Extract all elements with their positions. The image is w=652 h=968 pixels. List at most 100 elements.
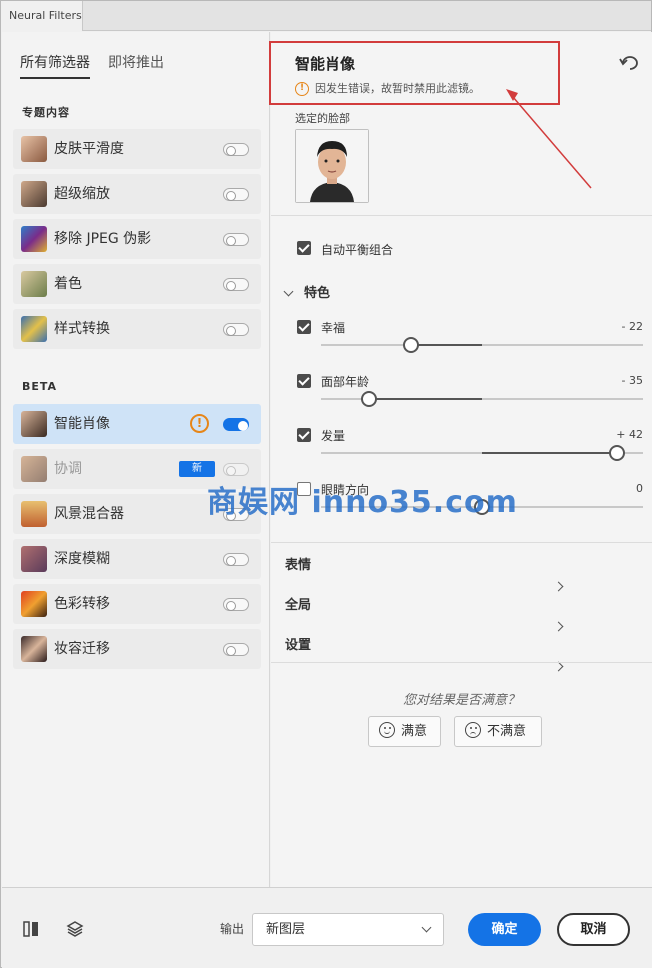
jpeg-artifacts-thumbnail [21,226,47,252]
compare-view-icon[interactable] [21,919,41,939]
filter-label: 样式转换 [54,321,110,337]
filter-label: 妆容迁移 [54,641,110,657]
filter-label: 深度模糊 [54,551,110,567]
section-featured-header[interactable]: 特色 [283,282,331,301]
satisfied-label: 满意 [401,724,428,739]
filter-item-super-zoom[interactable]: 超级缩放 [13,174,261,214]
slider-fill [369,398,482,400]
hair-thickness-checkbox[interactable] [297,428,311,442]
hair-thickness-label: 发量 [321,429,346,443]
divider [271,215,652,216]
layers-icon[interactable] [65,919,85,939]
filter-item-style-transfer[interactable]: 样式转换 [13,309,261,349]
landscape-mixer-thumbnail [21,501,47,527]
facial-age-checkbox[interactable] [297,374,311,388]
chevron-right-icon [553,661,564,672]
chevron-right-icon [553,581,564,592]
tab-bar: Neural Filters [1,1,651,31]
filter-label: 色彩转移 [54,596,110,612]
section-expression-label: 表情 [285,558,312,573]
hair-thickness-value: + 42 [616,428,643,441]
filter-item-color-transfer[interactable]: 色彩转移 [13,584,261,624]
filter-list-panel: 所有筛选器 即将推出 专题内容 皮肤平滑度 超级缩放 移除 JPEG 伪影 着色… [2,32,270,887]
chevron-down-icon [283,286,294,297]
beta-section-label: BETA [22,380,58,393]
filter-item-colorize[interactable]: 着色 [13,264,261,304]
filter-toggle[interactable] [223,188,249,201]
harmonization-thumbnail [21,456,47,482]
filter-toggle[interactable] [223,323,249,336]
filter-toggle[interactable] [223,643,249,656]
filter-toggle[interactable] [223,598,249,611]
slider-fill [411,344,482,346]
filter-label: 协调 [54,461,82,477]
filter-toggle[interactable] [223,278,249,291]
tab-neural-filters[interactable]: Neural Filters [1,1,83,31]
slider-fill [482,452,618,454]
filter-label: 智能肖像 [54,416,110,432]
filter-label: 皮肤平滑度 [54,141,124,157]
filter-toggle[interactable] [223,553,249,566]
smart-portrait-thumbnail [21,411,47,437]
filter-toggle[interactable] [223,463,249,476]
skin-smoothing-thumbnail [21,136,47,162]
reset-icon[interactable] [618,52,640,74]
filter-item-makeup-transfer[interactable]: 妆容迁移 [13,629,261,669]
super-zoom-thumbnail [21,181,47,207]
ok-button[interactable]: 确定 [468,913,541,946]
auto-balance-checkbox[interactable] [297,241,311,255]
section-expression-header[interactable]: 表情 [285,554,564,592]
filter-label: 风景混合器 [54,506,124,522]
filter-toggle[interactable] [223,418,249,431]
filter-label: 着色 [54,276,82,292]
unsatisfied-button[interactable]: 不满意 [454,716,542,747]
facial-age-slider[interactable] [321,391,643,407]
selected-face-thumbnail[interactable] [295,129,369,203]
section-featured-label: 特色 [304,286,331,301]
filter-item-smart-portrait[interactable]: 智能肖像 ! [13,404,261,444]
happiness-value: - 22 [621,320,643,333]
filter-label: 移除 JPEG 伪影 [54,231,152,247]
output-select[interactable]: 新图层 [252,913,444,946]
auto-balance-label: 自动平衡组合 [321,243,394,257]
slider-handle[interactable] [609,445,626,461]
style-transfer-thumbnail [21,316,47,342]
smile-icon [379,722,395,738]
slider-handle[interactable] [403,337,420,353]
facial-age-label: 面部年龄 [321,375,370,389]
tab-coming-soon[interactable]: 即将推出 [108,52,164,72]
output-label: 输出 [220,922,245,936]
section-settings-header[interactable]: 设置 [285,634,564,672]
color-transfer-thumbnail [21,591,47,617]
output-selected-value: 新图层 [266,922,306,937]
happiness-label: 幸福 [321,321,346,335]
filter-item-jpeg-artifacts[interactable]: 移除 JPEG 伪影 [13,219,261,259]
happiness-checkbox[interactable] [297,320,311,334]
selected-face-label: 选定的脸部 [295,112,350,125]
neural-filters-window: Neural Filters 所有筛选器 即将推出 专题内容 皮肤平滑度 超级缩… [0,0,652,968]
filter-label: 超级缩放 [54,186,110,202]
divider [271,662,652,663]
filter-item-skin-smoothing[interactable]: 皮肤平滑度 [13,129,261,169]
face-portrait-image [296,130,368,202]
chevron-right-icon [553,621,564,632]
satisfied-button[interactable]: 满意 [368,716,441,747]
section-global-header[interactable]: 全局 [285,594,564,632]
footer-bar: 输出 新图层 确定 取消 [2,887,652,968]
warning-icon[interactable]: ! [190,414,209,433]
tab-all-filters[interactable]: 所有筛选器 [20,52,90,79]
divider [271,542,652,543]
annotation-highlight-box [269,41,560,105]
watermark-text: 商娱网 inno35.com [207,485,518,520]
cancel-button[interactable]: 取消 [557,913,630,946]
filter-toggle[interactable] [223,233,249,246]
section-settings-label: 设置 [285,638,312,653]
happiness-slider[interactable] [321,337,643,353]
filter-settings-panel: 智能肖像 ! 因发生错误，故暂时禁用此滤镜。 选定的脸部 自动平衡组合 特色 幸… [271,32,652,887]
chevron-down-icon [421,922,432,933]
depth-blur-thumbnail [21,546,47,572]
hair-thickness-slider[interactable] [321,445,643,461]
filter-toggle[interactable] [223,143,249,156]
filter-item-depth-blur[interactable]: 深度模糊 [13,539,261,579]
slider-handle[interactable] [361,391,378,407]
